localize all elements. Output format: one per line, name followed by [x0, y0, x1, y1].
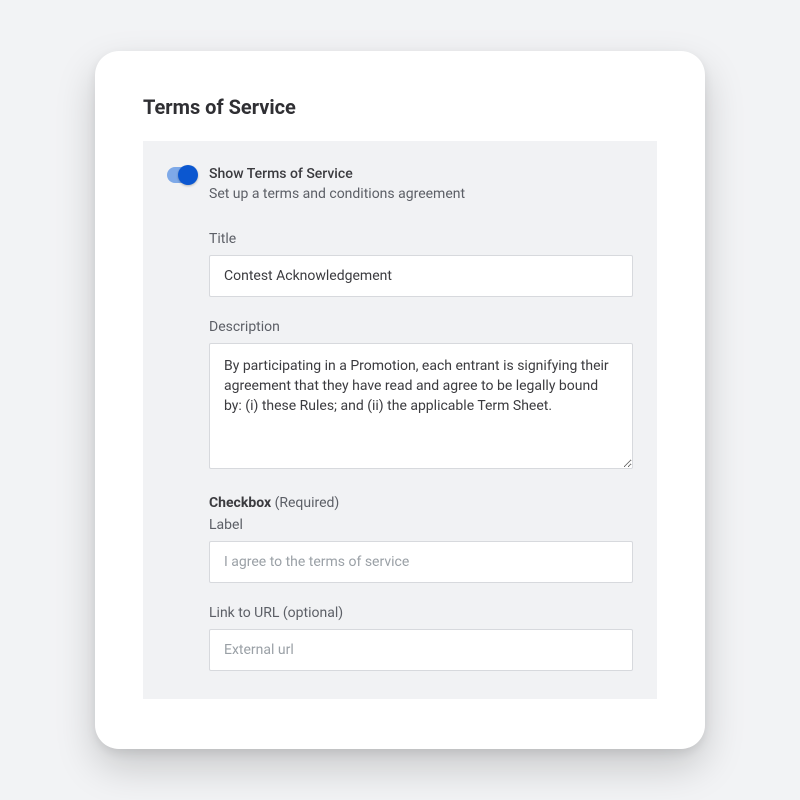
terms-panel: Show Terms of Service Set up a terms and…	[143, 141, 657, 698]
checkbox-heading: Checkbox (Required)	[209, 495, 633, 511]
toggle-text: Show Terms of Service Set up a terms and…	[209, 165, 465, 204]
description-input[interactable]	[209, 343, 633, 469]
card-title: Terms of Service	[143, 95, 657, 119]
toggle-description: Set up a terms and conditions agreement	[209, 185, 465, 205]
settings-card: Terms of Service Show Terms of Service S…	[95, 51, 705, 748]
show-terms-toggle[interactable]	[167, 167, 197, 183]
title-field: Title	[209, 231, 633, 297]
checkbox-section: Checkbox (Required) Label	[209, 495, 633, 583]
checkbox-heading-bold: Checkbox	[209, 495, 271, 511]
url-field: Link to URL (optional)	[209, 605, 633, 671]
checkbox-label-label: Label	[209, 517, 633, 533]
checkbox-heading-suffix: (Required)	[271, 495, 339, 511]
toggle-label: Show Terms of Service	[209, 165, 465, 185]
toggle-row: Show Terms of Service Set up a terms and…	[167, 165, 633, 204]
toggle-knob-icon	[178, 165, 198, 185]
checkbox-label-input[interactable]	[209, 541, 633, 583]
form-area: Title Description Checkbox (Required) La…	[209, 231, 633, 671]
description-field: Description	[209, 319, 633, 473]
title-label: Title	[209, 231, 633, 247]
url-input[interactable]	[209, 629, 633, 671]
description-label: Description	[209, 319, 633, 335]
url-label: Link to URL (optional)	[209, 605, 633, 621]
title-input[interactable]	[209, 255, 633, 297]
